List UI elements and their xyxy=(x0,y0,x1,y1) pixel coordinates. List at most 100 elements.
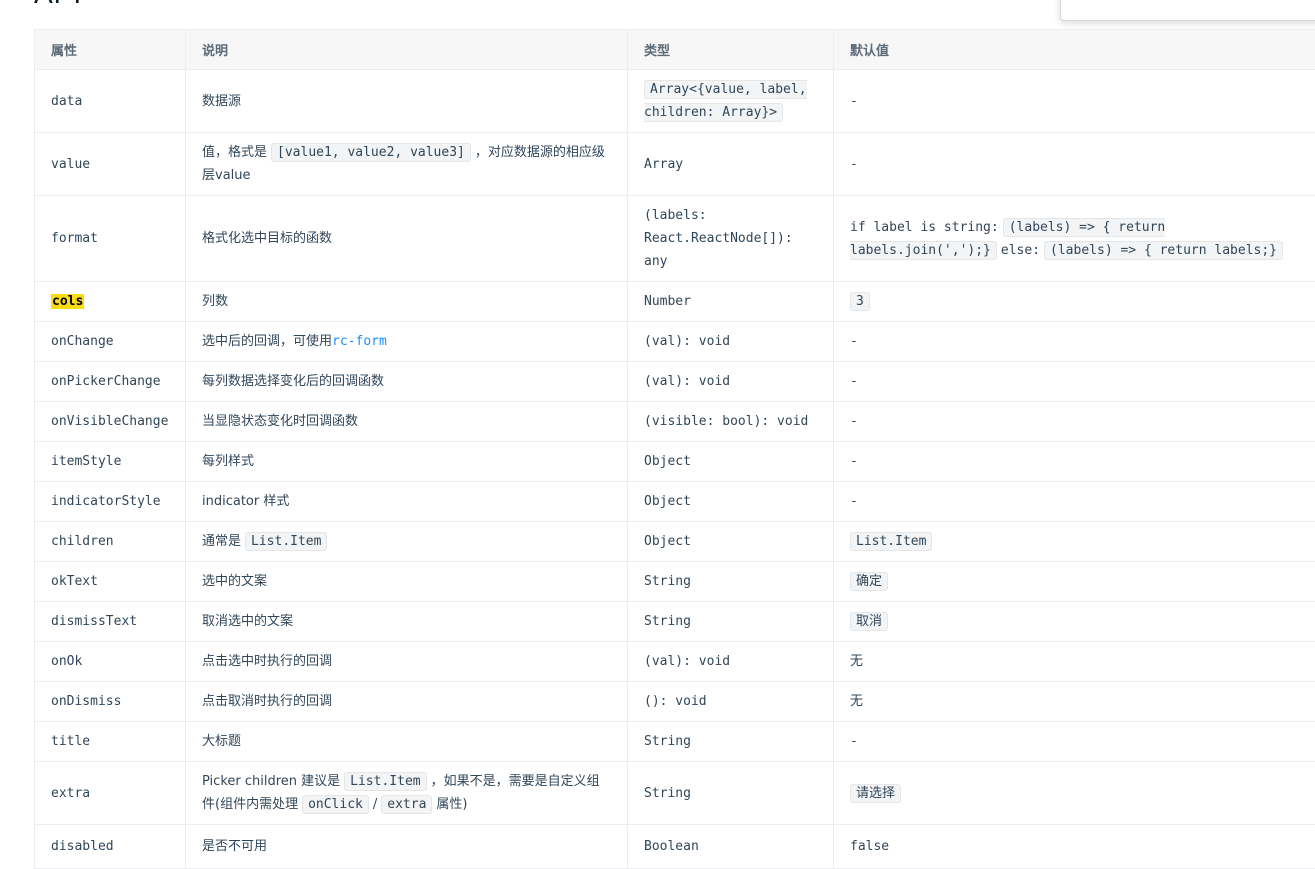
default-text: if label is string: xyxy=(850,220,999,235)
table-row: extra Picker children 建议是List.Item，如果不是，… xyxy=(35,762,1315,825)
desc-code: [value1, value2, value3] xyxy=(271,143,471,162)
prop-desc: 点击选中时执行的回调 xyxy=(186,642,628,682)
table-row: itemStyle 每列样式 Object - xyxy=(35,442,1315,482)
desc-text: 选中后的回调，可使用 xyxy=(202,334,332,349)
table-row: indicatorStyle indicator 样式 Object - xyxy=(35,482,1315,522)
header-type: 类型 xyxy=(628,30,834,70)
table-row: dismissText 取消选中的文案 String 取消 xyxy=(35,602,1315,642)
prop-type: String xyxy=(628,722,834,762)
default-code: 确定 xyxy=(850,572,888,591)
desc-text: / xyxy=(373,797,377,812)
prop-type: Array xyxy=(628,133,834,196)
prop-default: - xyxy=(834,133,1315,196)
prop-default: - xyxy=(834,722,1315,762)
desc-text: 通常是 xyxy=(202,534,241,549)
prop-name: extra xyxy=(35,762,186,825)
header-prop: 属性 xyxy=(35,30,186,70)
prop-desc: Picker children 建议是List.Item，如果不是，需要是自定义… xyxy=(186,762,628,825)
prop-default: - xyxy=(834,442,1315,482)
prop-name: onChange xyxy=(35,322,186,362)
prop-default: 无 xyxy=(834,642,1315,682)
default-code: List.Item xyxy=(850,532,932,551)
desc-text: 属性) xyxy=(436,797,467,812)
prop-type: Object xyxy=(628,522,834,562)
prop-type: Object xyxy=(628,482,834,522)
rc-form-link[interactable]: rc-form xyxy=(332,334,387,349)
api-table: 属性 说明 类型 默认值 data 数据源 Array<{value, labe… xyxy=(34,29,1315,869)
prop-desc: 点击取消时执行的回调 xyxy=(186,682,628,722)
prop-default: false xyxy=(834,825,1315,869)
prop-desc: 选中的文案 xyxy=(186,562,628,602)
prop-default: - xyxy=(834,70,1315,133)
prop-desc: 每列样式 xyxy=(186,442,628,482)
header-desc: 说明 xyxy=(186,30,628,70)
prop-default: - xyxy=(834,322,1315,362)
prop-desc: 选中后的回调，可使用rc-form xyxy=(186,322,628,362)
prop-default: if label is string: (labels) => { return … xyxy=(834,196,1315,282)
table-row: okText 选中的文案 String 确定 xyxy=(35,562,1315,602)
prop-name: onVisibleChange xyxy=(35,402,186,442)
prop-type: (val): void xyxy=(628,642,834,682)
type-code: Array<{value, label, children: Array}> xyxy=(644,80,807,122)
desc-code: onClick xyxy=(302,795,369,814)
table-row: onOk 点击选中时执行的回调 (val): void 无 xyxy=(35,642,1315,682)
prop-desc: 取消选中的文案 xyxy=(186,602,628,642)
prop-type: Number xyxy=(628,282,834,322)
default-code: 3 xyxy=(850,292,870,311)
prop-default: - xyxy=(834,402,1315,442)
table-row: title 大标题 String - xyxy=(35,722,1315,762)
table-row: value 值，格式是[value1, value2, value3]，对应数据… xyxy=(35,133,1315,196)
table-header-row: 属性 说明 类型 默认值 xyxy=(35,30,1315,70)
prop-default: - xyxy=(834,482,1315,522)
prop-type: String xyxy=(628,562,834,602)
desc-code: List.Item xyxy=(245,532,327,551)
prop-type: Boolean xyxy=(628,825,834,869)
search-popover[interactable] xyxy=(1060,0,1315,21)
prop-name: value xyxy=(35,133,186,196)
prop-name: onOk xyxy=(35,642,186,682)
table-row: onPickerChange 每列数据选择变化后的回调函数 (val): voi… xyxy=(35,362,1315,402)
prop-desc: 数据源 xyxy=(186,70,628,133)
prop-name: disabled xyxy=(35,825,186,869)
prop-name: cols xyxy=(35,282,186,322)
prop-type: String xyxy=(628,602,834,642)
table-row: children 通常是List.Item Object List.Item xyxy=(35,522,1315,562)
prop-name: dismissText xyxy=(35,602,186,642)
default-code: 请选择 xyxy=(850,784,901,803)
table-row: format 格式化选中目标的函数 (labels: React.ReactNo… xyxy=(35,196,1315,282)
table-row: onVisibleChange 当显隐状态变化时回调函数 (visible: b… xyxy=(35,402,1315,442)
table-row: disabled 是否不可用 Boolean false xyxy=(35,825,1315,869)
prop-default: 无 xyxy=(834,682,1315,722)
prop-desc: 通常是 List.Item xyxy=(186,522,628,562)
prop-name: format xyxy=(35,196,186,282)
prop-type: (labels: React.ReactNode[]): any xyxy=(628,196,834,282)
header-default: 默认值 xyxy=(834,30,1315,70)
prop-type: Array<{value, label, children: Array}> xyxy=(628,70,834,133)
prop-desc: 列数 xyxy=(186,282,628,322)
table-row: onChange 选中后的回调，可使用rc-form (val): void - xyxy=(35,322,1315,362)
prop-name: onDismiss xyxy=(35,682,186,722)
desc-text: 值，格式是 xyxy=(202,145,267,160)
prop-name: okText xyxy=(35,562,186,602)
prop-desc: 每列数据选择变化后的回调函数 xyxy=(186,362,628,402)
prop-type: (val): void xyxy=(628,362,834,402)
default-code: (labels) => { return labels;} xyxy=(1044,241,1283,260)
prop-desc: 格式化选中目标的函数 xyxy=(186,196,628,282)
prop-type: (): void xyxy=(628,682,834,722)
prop-desc: indicator 样式 xyxy=(186,482,628,522)
default-text: else: xyxy=(1001,243,1040,258)
desc-text: Picker children 建议是 xyxy=(202,774,340,789)
desc-code: List.Item xyxy=(344,772,426,791)
prop-name: data xyxy=(35,70,186,133)
prop-name: itemStyle xyxy=(35,442,186,482)
prop-type: String xyxy=(628,762,834,825)
table-row: cols 列数 Number 3 xyxy=(35,282,1315,322)
prop-default: 3 xyxy=(834,282,1315,322)
prop-desc: 值，格式是[value1, value2, value3]，对应数据源的相应级层… xyxy=(186,133,628,196)
prop-default: 请选择 xyxy=(834,762,1315,825)
prop-default: List.Item xyxy=(834,522,1315,562)
prop-desc: 当显隐状态变化时回调函数 xyxy=(186,402,628,442)
table-row: data 数据源 Array<{value, label, children: … xyxy=(35,70,1315,133)
prop-default: - xyxy=(834,362,1315,402)
prop-name: title xyxy=(35,722,186,762)
